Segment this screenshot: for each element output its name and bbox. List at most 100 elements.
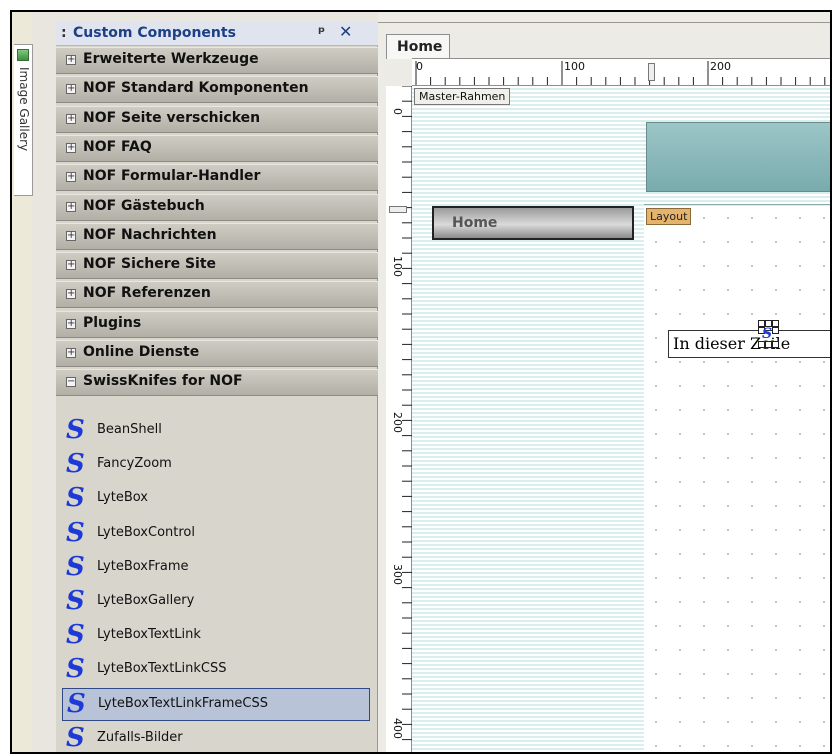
swissknife-icon: S [66, 620, 85, 651]
component-item[interactable]: S LyteBoxFrame [56, 551, 378, 584]
component-item[interactable]: S LyteBox [56, 482, 378, 515]
category-label: NOF FAQ [83, 138, 152, 155]
expand-icon[interactable]: + [66, 230, 76, 241]
category-label: NOF Formular-Handler [83, 168, 261, 185]
category-row[interactable]: − SwissKnifes for NOF [56, 369, 378, 397]
swissknife-icon: S [66, 415, 85, 445]
component-label: LyteBoxControl [97, 524, 195, 540]
image-gallery-icon [17, 49, 29, 61]
component-label: LyteBoxTextLinkCSS [97, 661, 227, 677]
resize-handle[interactable] [772, 327, 779, 334]
layout-area[interactable] [644, 206, 830, 752]
component-item[interactable]: S LyteBoxTextLinkFrameCSS [62, 687, 370, 721]
vruler-label-100: 100 [391, 256, 404, 277]
pin-icon[interactable]: ᵖ [318, 23, 325, 41]
vertical-ruler[interactable]: 0 100 200 300 400 [386, 85, 412, 752]
category-row[interactable]: + NOF FAQ [56, 134, 378, 162]
expand-icon[interactable]: + [66, 172, 76, 183]
category-label: NOF Referenzen [83, 285, 211, 302]
application-window: Image Gallery : Custom Components ᵖ ✕ + E… [10, 10, 832, 754]
divider [378, 22, 830, 23]
category-row[interactable]: + NOF Sichere Site [56, 252, 378, 280]
swissknife-icon: S [66, 654, 85, 685]
expand-icon[interactable]: + [66, 260, 76, 271]
vruler-label-200: 200 [391, 412, 404, 433]
swissknife-icon: S [66, 449, 85, 480]
expand-icon[interactable]: + [66, 289, 76, 300]
category-label: Plugins [83, 314, 142, 331]
component-label: BeanShell [97, 422, 162, 437]
resize-handle[interactable] [772, 320, 779, 327]
component-handle[interactable]: S [752, 314, 782, 356]
component-label: Zufalls-Bilder [97, 729, 183, 745]
component-label: LyteBox [97, 490, 149, 506]
expand-icon[interactable]: + [66, 142, 76, 153]
component-item[interactable]: S LyteBoxGallery [56, 585, 378, 618]
category-label: NOF Sichere Site [83, 256, 217, 273]
category-row[interactable]: + Plugins [56, 310, 378, 338]
category-row[interactable]: + NOF Nachrichten [56, 222, 378, 250]
expand-icon[interactable]: + [66, 55, 76, 65]
resize-handle[interactable] [758, 341, 765, 348]
category-label: NOF Seite verschicken [83, 109, 261, 126]
resize-handle[interactable] [772, 341, 779, 348]
gallery-strip: Image Gallery [12, 12, 33, 752]
component-item[interactable]: S Zufalls-Bilder [56, 722, 378, 753]
expand-icon[interactable]: + [66, 84, 76, 95]
expand-icon[interactable]: + [66, 318, 76, 329]
swissknife-icon: S [67, 688, 86, 719]
component-item[interactable]: S BeanShell [56, 414, 378, 447]
swissknife-icon: S [66, 483, 85, 514]
category-label: NOF Nachrichten [83, 226, 217, 243]
category-row[interactable]: + NOF Referenzen [56, 281, 378, 309]
image-gallery-tab[interactable]: Image Gallery [14, 44, 33, 196]
category-row[interactable]: + Erweiterte Werkzeuge [56, 47, 378, 74]
category-label: Erweiterte Werkzeuge [83, 51, 259, 67]
swissknife-icon: S [66, 551, 85, 582]
image-gallery-tab-label: Image Gallery [17, 67, 31, 152]
component-label: LyteBoxTextLinkFrameCSS [98, 695, 269, 711]
component-label: FancyZoom [97, 456, 172, 472]
banner-image[interactable] [646, 122, 830, 192]
grip-icon[interactable]: : [61, 25, 67, 41]
component-item[interactable]: S LyteBoxControl [56, 517, 378, 550]
expand-icon[interactable]: + [66, 201, 76, 212]
layout-divider [644, 204, 830, 205]
vruler-label-0: 0 [391, 108, 404, 115]
component-label: LyteBoxGallery [97, 593, 195, 608]
component-item[interactable]: S FancyZoom [56, 448, 378, 481]
home-nav-button[interactable]: Home [432, 206, 634, 240]
collapse-icon[interactable]: − [66, 377, 76, 388]
component-item[interactable]: S LyteBoxTextLinkCSS [56, 653, 378, 686]
tab-home-label: Home [397, 39, 443, 55]
category-label: SwissKnifes for NOF [83, 373, 243, 390]
category-row[interactable]: + Online Dienste [56, 340, 378, 367]
ruler-label-100: 100 [564, 60, 585, 73]
layout-label[interactable]: Layout [646, 208, 692, 225]
ruler-marker[interactable] [648, 63, 655, 81]
component-label: LyteBoxTextLink [97, 627, 201, 643]
component-label: LyteBoxFrame [97, 558, 189, 574]
close-icon[interactable]: ✕ [339, 22, 352, 41]
text-box[interactable]: In dieser Zeile [668, 330, 830, 358]
design-view: Home 0 100 200 0 100 200 300 400 Master-… [378, 12, 830, 752]
category-row[interactable]: + NOF Formular-Handler [56, 164, 378, 192]
vruler-label-300: 300 [391, 564, 404, 585]
home-nav-button-label: Home [452, 215, 498, 231]
swissknife-icon: S [66, 722, 85, 753]
master-frame-label[interactable]: Master-Rahmen [414, 88, 511, 105]
component-item[interactable]: S LyteBoxTextLink [56, 619, 378, 652]
expand-icon[interactable]: + [66, 113, 76, 124]
swissknife-icon: S [762, 326, 773, 342]
vruler-marker[interactable] [389, 206, 407, 213]
page-canvas[interactable]: Master-Rahmen Home Layout In dieser Zeil… [412, 86, 830, 752]
custom-components-panel: : Custom Components ᵖ ✕ + Erweiterte Werk… [56, 22, 378, 753]
category-row[interactable]: + NOF Gästebuch [56, 193, 378, 221]
category-row[interactable]: + NOF Standard Komponenten [56, 76, 378, 104]
expand-icon[interactable]: + [66, 348, 76, 358]
category-label: Online Dienste [83, 344, 200, 360]
category-row[interactable]: + NOF Seite verschicken [56, 105, 378, 133]
resize-handle[interactable] [765, 341, 772, 348]
tab-home[interactable]: Home [386, 34, 450, 59]
horizontal-ruler[interactable]: 0 100 200 [412, 58, 830, 86]
